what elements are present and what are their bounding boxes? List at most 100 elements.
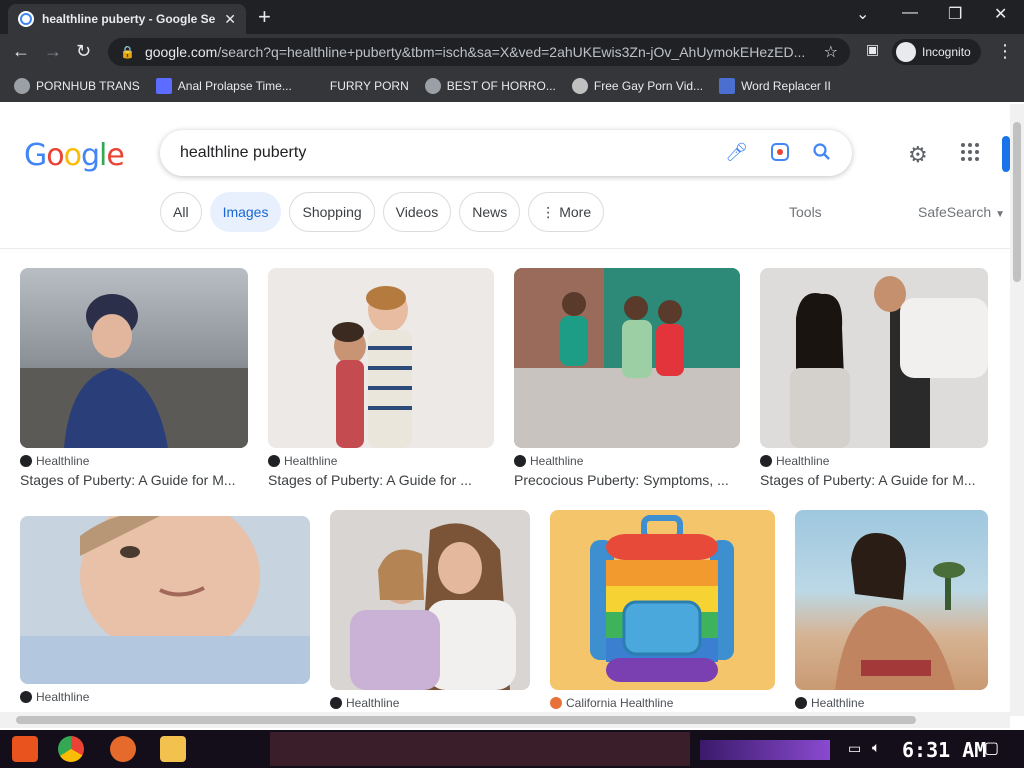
result-caption[interactable]: Precocious Puberty: Symptoms, ... — [514, 472, 740, 488]
bookmark-item[interactable]: PORNHUB TRANS — [14, 78, 140, 94]
url-text: google.com/search?q=healthline+puberty&t… — [144, 44, 806, 60]
sign-in-button[interactable] — [1002, 136, 1010, 172]
result-thumbnail[interactable] — [760, 268, 988, 448]
result-source[interactable]: California Healthline — [550, 696, 775, 710]
bookmark-favicon-icon — [571, 78, 588, 94]
safesearch-button[interactable]: SafeSearch ▼ — [918, 204, 1005, 220]
image-result[interactable]: Healthline Stages of Puberty: A Guide fo… — [20, 268, 248, 488]
start-button[interactable] — [12, 736, 38, 762]
healthline-favicon-icon — [268, 455, 280, 467]
image-result[interactable]: Healthline Precocious Puberty: Symptoms,… — [514, 268, 740, 488]
result-thumbnail[interactable] — [550, 510, 775, 690]
tab-close-icon[interactable]: ✕ — [224, 11, 236, 28]
result-thumbnail[interactable] — [514, 268, 740, 448]
healthline-favicon-icon — [330, 697, 342, 709]
result-source[interactable]: Healthline — [760, 454, 988, 468]
result-source[interactable]: Healthline — [514, 454, 740, 468]
taskbar-skin-decoration — [700, 740, 830, 760]
microphone-icon[interactable]: 🎤︎ — [725, 142, 748, 167]
result-caption[interactable]: Stages of Puberty: A Guide for M... — [20, 472, 248, 488]
more-dots-icon: ⋮ — [541, 203, 556, 220]
result-source[interactable]: Healthline — [268, 454, 494, 468]
restore-button[interactable]: ❐ — [948, 4, 962, 24]
back-button[interactable]: ← — [12, 41, 30, 62]
tab-shopping[interactable]: Shopping — [289, 192, 375, 232]
google-images-page: Google healthline puberty 🎤︎ ⚙ All Image… — [0, 104, 1024, 730]
search-input[interactable]: healthline puberty — [180, 144, 306, 162]
search-tabs: All Images Shopping Videos News ⋮ More — [160, 192, 605, 232]
volume-icon[interactable]: 🔈︎ — [872, 739, 880, 756]
incognito-badge[interactable]: Incognito — [892, 39, 981, 65]
result-thumbnail[interactable] — [20, 268, 248, 448]
new-tab-button[interactable]: + — [258, 6, 271, 28]
firefox-icon[interactable] — [110, 736, 136, 762]
tab-strip: healthline puberty - Google Se ✕ + ⌄ — ❐… — [0, 0, 1024, 34]
result-source[interactable]: Healthline — [20, 454, 248, 468]
result-source[interactable]: Healthline — [795, 696, 988, 710]
globe-icon — [424, 78, 441, 94]
google-logo[interactable]: Google — [24, 138, 125, 173]
image-result[interactable]: Healthline — [795, 510, 988, 710]
tab-news[interactable]: News — [459, 192, 521, 232]
image-result[interactable]: Healthline — [20, 516, 310, 704]
header-divider — [0, 248, 1010, 249]
horizontal-scroll-thumb[interactable] — [16, 716, 916, 724]
healthline-favicon-icon — [795, 697, 807, 709]
file-explorer-icon[interactable] — [160, 736, 186, 762]
result-thumbnail[interactable] — [795, 510, 988, 690]
bookmark-item[interactable]: FURRY PORN — [307, 78, 409, 94]
tab-search-icon[interactable]: ⌄ — [856, 4, 869, 24]
bookmark-favicon-icon — [155, 78, 172, 94]
bookmark-star-icon[interactable]: ☆ — [824, 42, 838, 62]
chrome-icon[interactable] — [58, 736, 84, 762]
reload-button[interactable]: ↻ — [76, 41, 91, 62]
vertical-scroll-thumb[interactable] — [1013, 122, 1021, 282]
tab-more[interactable]: ⋮ More — [528, 192, 605, 232]
result-caption[interactable]: Stages of Puberty: A Guide for M... — [760, 472, 988, 488]
vertical-scrollbar[interactable] — [1010, 104, 1024, 716]
lock-icon[interactable]: 🔒 — [120, 45, 135, 59]
california-healthline-favicon-icon — [550, 697, 562, 709]
bookmark-favicon-icon — [307, 78, 324, 94]
tab-videos[interactable]: Videos — [382, 192, 452, 232]
sidepanel-icon[interactable]: ▣ — [866, 41, 879, 58]
browser-toolbar: ← → ↻ 🔒 google.com/search?q=healthline+p… — [0, 34, 1024, 70]
google-apps-icon[interactable] — [960, 142, 980, 168]
taskbar-clock[interactable]: 6:31 AM — [902, 738, 986, 762]
image-result[interactable]: Healthline Stages of Puberty: A Guide fo… — [760, 268, 988, 488]
tools-button[interactable]: Tools — [789, 204, 822, 220]
network-icon[interactable]: ▭ — [848, 740, 861, 757]
taskbar-active-window[interactable] — [270, 732, 690, 766]
globe-icon — [14, 78, 30, 94]
tab-all[interactable]: All — [160, 192, 202, 232]
bookmark-item[interactable]: Free Gay Porn Vid... — [571, 78, 703, 94]
result-thumbnail[interactable] — [330, 510, 530, 690]
bookmark-item[interactable]: Word Replacer II — [719, 78, 831, 94]
result-source[interactable]: Healthline — [330, 696, 530, 710]
notifications-icon[interactable]: ▢ — [984, 738, 999, 758]
dropdown-arrow-icon: ▼ — [995, 209, 1005, 220]
tab-images[interactable]: Images — [209, 192, 282, 232]
search-box[interactable]: healthline puberty 🎤︎ — [160, 130, 852, 176]
lens-camera-icon[interactable] — [770, 142, 790, 167]
browser-tab[interactable]: healthline puberty - Google Se ✕ — [8, 4, 246, 34]
incognito-label: Incognito — [922, 45, 971, 59]
close-window-button[interactable]: ✕ — [994, 4, 1007, 24]
image-result[interactable]: California Healthline — [550, 510, 775, 710]
minimize-button[interactable]: — — [902, 4, 918, 22]
result-caption[interactable]: Stages of Puberty: A Guide for ... — [268, 472, 494, 488]
horizontal-scrollbar[interactable] — [0, 712, 1010, 728]
address-bar[interactable]: 🔒 google.com/search?q=healthline+puberty… — [108, 38, 850, 66]
forward-button[interactable]: → — [44, 41, 62, 62]
result-thumbnail[interactable] — [268, 268, 494, 448]
image-result[interactable]: Healthline — [330, 510, 530, 710]
bookmark-item[interactable]: BEST OF HORRO... — [424, 78, 556, 94]
settings-gear-icon[interactable]: ⚙ — [908, 142, 928, 168]
bookmark-item[interactable]: Anal Prolapse Time... — [155, 78, 292, 94]
result-thumbnail[interactable] — [20, 516, 310, 684]
bookmark-favicon-icon — [719, 78, 736, 94]
result-source[interactable]: Healthline — [20, 690, 310, 704]
search-icon[interactable] — [812, 142, 832, 167]
browser-menu-button[interactable]: ⋮ — [996, 41, 1014, 62]
image-result[interactable]: Healthline Stages of Puberty: A Guide fo… — [268, 268, 494, 488]
